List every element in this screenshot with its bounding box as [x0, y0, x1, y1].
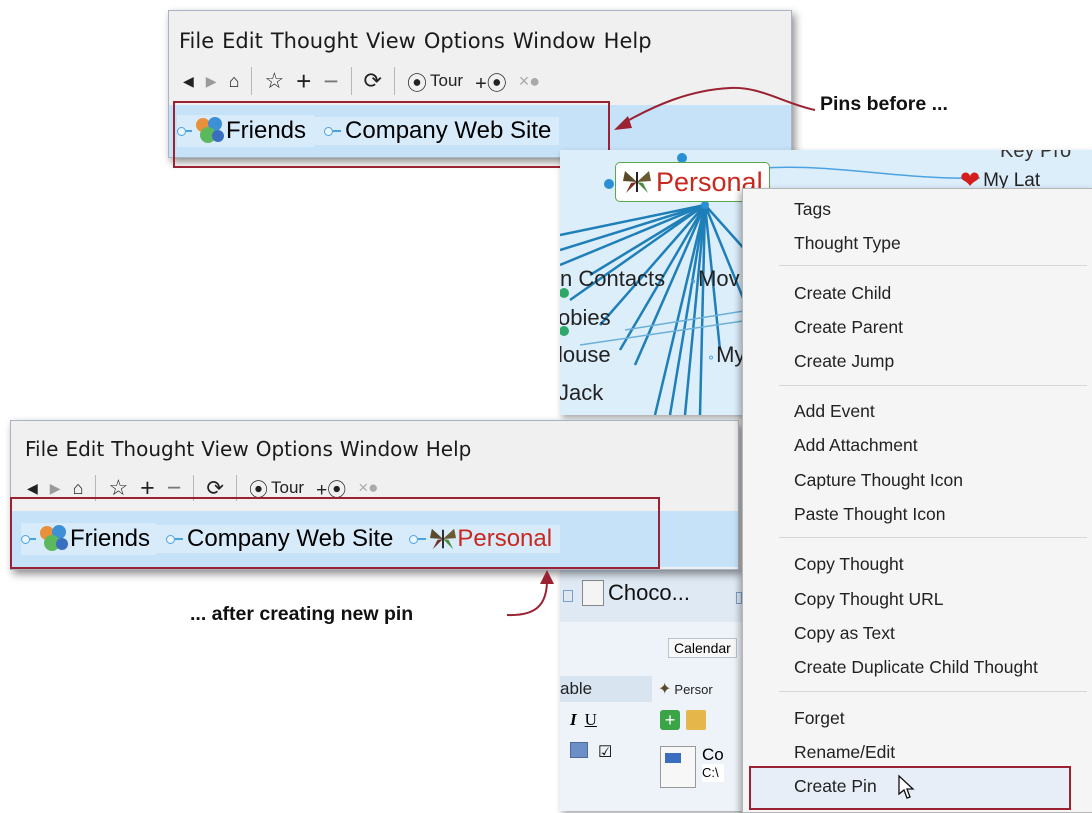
menu-separator [779, 385, 1087, 386]
menu-item-create-parent[interactable]: Create Parent [794, 317, 903, 338]
plus-icon[interactable]: + [296, 66, 311, 97]
folder-icon[interactable] [686, 710, 706, 730]
menu-edit[interactable]: Edit [222, 29, 263, 53]
underline-button[interactable]: U [585, 710, 597, 730]
thought-key-pro[interactable]: Key Pro [1000, 150, 1071, 163]
menu-options[interactable]: Options [256, 437, 333, 461]
format-toolbar: I U [570, 710, 597, 730]
annotation-after: ... after creating new pin [190, 603, 414, 625]
menu-item-paste-thought-icon[interactable]: Paste Thought Icon [794, 504, 945, 525]
menu-item-add-attachment[interactable]: Add Attachment [794, 435, 918, 456]
menu-separator [779, 537, 1087, 538]
notes-tab[interactable]: Choco... [582, 580, 690, 606]
attachment-item[interactable]: Co C:\ [660, 746, 724, 788]
add-tour-icon[interactable]: +⦿ [475, 67, 507, 96]
tour-label: Tour [271, 478, 305, 497]
menu-file[interactable]: File [25, 437, 58, 461]
remove-tour-icon[interactable]: ×● [519, 71, 540, 92]
menu-thought[interactable]: Thought [111, 437, 194, 461]
thought-hobbies[interactable]: obies [560, 305, 611, 331]
content-panel: Choco... Calendar able ✦ Persor I U + ☑ … [560, 570, 760, 811]
side-header: able [560, 676, 652, 702]
thought-jack[interactable]: Jack [560, 380, 603, 406]
menu-item-rename-edit[interactable]: Rename/Edit [794, 742, 895, 763]
remove-tour-icon[interactable]: ×● [358, 478, 378, 498]
menu-view[interactable]: View [201, 437, 248, 461]
butterfly-icon [623, 171, 651, 193]
mouse-cursor-icon [898, 774, 915, 799]
menu-help[interactable]: Help [426, 437, 472, 461]
refresh-icon[interactable]: ⟳ [364, 68, 382, 94]
toolbar-separator [350, 67, 352, 95]
menu-separator [779, 691, 1087, 692]
document-icon [582, 580, 604, 606]
table-icons: ☑ [570, 742, 612, 762]
arrow-before [614, 86, 816, 130]
thought-my[interactable]: ⚬My [706, 342, 745, 368]
menu-help[interactable]: Help [604, 29, 652, 53]
tour-icon: ⦿ [406, 72, 427, 95]
toolbar-separator [393, 67, 395, 95]
menu-thought[interactable]: Thought [271, 29, 358, 53]
italic-button[interactable]: I [570, 710, 577, 730]
menu-edit[interactable]: Edit [65, 437, 104, 461]
attachment-name: Co [702, 745, 724, 764]
home-icon[interactable]: ⌂ [229, 71, 240, 92]
thought-mov[interactable]: ⚬Mov [688, 266, 740, 292]
forward-icon[interactable]: ▶ [50, 480, 61, 497]
menu-view[interactable]: View [366, 29, 416, 53]
thought-contacts[interactable]: n Contacts [560, 266, 665, 292]
add-icon[interactable]: + [660, 710, 680, 730]
action-icons: + [660, 710, 706, 730]
tour-label: Tour [429, 71, 464, 90]
back-icon[interactable]: ◀ [183, 73, 194, 90]
menu-bar: File Edit Thought View Options Window He… [169, 26, 791, 56]
calendar-icon[interactable] [570, 742, 588, 758]
menu-item-copy-thought[interactable]: Copy Thought [794, 554, 904, 575]
back-icon[interactable]: ◀ [27, 480, 38, 497]
thought-house[interactable]: louse [560, 342, 611, 368]
layout-icon[interactable]: ☆ [264, 68, 284, 94]
highlight-box [10, 497, 660, 569]
minus-icon[interactable]: − [323, 66, 338, 97]
menu-item-capture-thought-icon[interactable]: Capture Thought Icon [794, 470, 963, 491]
menu-item-create-duplicate-child-thought[interactable]: Create Duplicate Child Thought [794, 657, 1038, 678]
menu-item-create-jump[interactable]: Create Jump [794, 351, 894, 372]
context-menu: Tags Thought Type Create Child Create Pa… [742, 188, 1092, 813]
menu-file[interactable]: File [179, 29, 214, 53]
menu-item-create-child[interactable]: Create Child [794, 283, 891, 304]
menu-item-tags[interactable]: Tags [794, 199, 831, 220]
arrow-after [506, 570, 554, 617]
toolbar-separator [251, 67, 253, 95]
menu-separator [779, 265, 1087, 266]
menu-bar: File Edit Thought View Options Window He… [11, 435, 738, 463]
highlight-box [173, 101, 610, 168]
menu-options[interactable]: Options [424, 29, 505, 53]
menu-item-copy-as-text[interactable]: Copy as Text [794, 623, 895, 644]
checkbox-icon[interactable]: ☑ [598, 742, 612, 762]
menu-item-forget[interactable]: Forget [794, 708, 845, 729]
menu-window[interactable]: Window [340, 437, 419, 461]
tab-label: Choco... [608, 580, 690, 605]
word-document-icon [660, 746, 696, 788]
butterfly-icon: ✦ [658, 681, 672, 698]
menu-item-add-event[interactable]: Add Event [794, 401, 875, 422]
menu-window[interactable]: Window [513, 29, 596, 53]
tour-button[interactable]: ⦿ Tour [407, 67, 463, 96]
forward-icon[interactable]: ▶ [206, 73, 217, 90]
menu-item-thought-type[interactable]: Thought Type [794, 233, 901, 254]
menu-item-copy-thought-url[interactable]: Copy Thought URL [794, 589, 944, 610]
menu-item-create-pin[interactable]: Create Pin [794, 776, 877, 797]
annotation-before: Pins before ... [820, 93, 948, 115]
attachment-path: C:\ [702, 764, 724, 782]
calendar-button[interactable]: Calendar [668, 638, 737, 658]
home-icon[interactable]: ⌂ [73, 478, 84, 499]
